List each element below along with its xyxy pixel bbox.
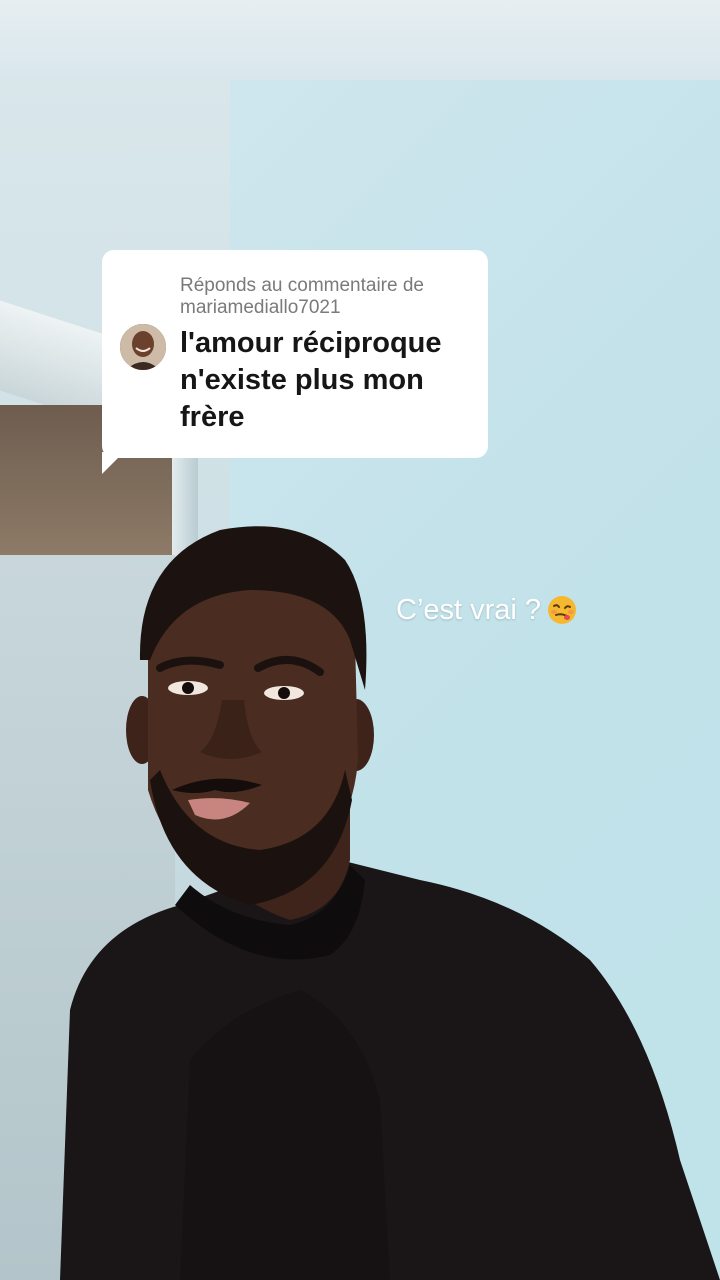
video-frame[interactable]: Réponds au commentaire de mariamediallo7… (0, 0, 720, 1280)
video-caption: C’est vrai ? (396, 590, 577, 630)
reply-username[interactable]: mariamediallo7021 (180, 297, 468, 319)
reply-header: Réponds au commentaire de (180, 275, 424, 296)
woozy-face-icon (548, 596, 577, 624)
reply-card-tail (102, 452, 124, 474)
avatar-icon (120, 324, 166, 370)
black-sweater (60, 860, 720, 1280)
reply-comment-text: l'amour réciproque n'existe plus mon frè… (180, 327, 442, 433)
person-figure (60, 526, 720, 1280)
caption-text: C’est vrai ? (396, 593, 542, 626)
commenter-avatar[interactable] (118, 322, 168, 372)
